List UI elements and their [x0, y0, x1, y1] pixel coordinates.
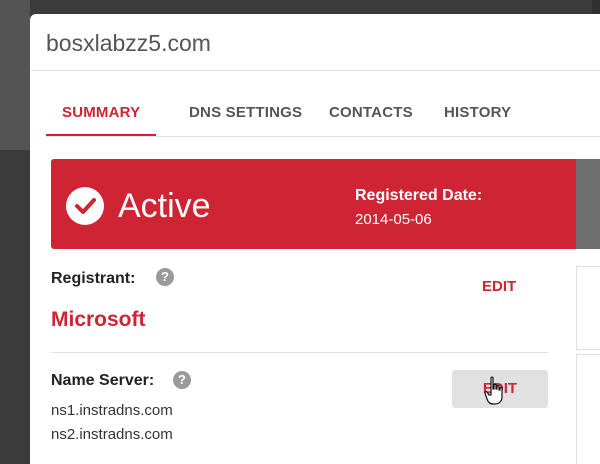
question-circle-icon[interactable]: ?	[173, 371, 191, 389]
side-card	[576, 354, 600, 464]
side-card	[576, 266, 600, 350]
registrant-label: Registrant:	[51, 270, 136, 287]
side-panel-strip	[576, 159, 600, 249]
tab-summary[interactable]: SUMMARY	[62, 104, 140, 121]
registrant-edit-button[interactable]: EDIT	[482, 278, 516, 295]
tab-dns-settings[interactable]: DNS SETTINGS	[189, 104, 302, 121]
status-text: Active	[118, 187, 211, 225]
title-bar: bosxlabzz5.com	[30, 14, 600, 71]
tab-bar: SUMMARY DNS SETTINGS CONTACTS HISTORY	[46, 104, 600, 137]
registered-date-value: 2014-05-06	[355, 211, 432, 228]
registered-date-label: Registered Date:	[355, 187, 483, 204]
name-server-item: ns2.instradns.com	[51, 426, 173, 443]
hand-pointer-cursor-icon	[484, 376, 503, 405]
tab-contacts[interactable]: CONTACTS	[329, 104, 413, 121]
domain-panel: bosxlabzz5.com SUMMARY DNS SETTINGS CONT…	[30, 14, 600, 464]
name-server-label: Name Server:	[51, 372, 155, 389]
tab-history[interactable]: HISTORY	[444, 104, 511, 121]
domain-title: bosxlabzz5.com	[46, 30, 211, 56]
name-server-item: ns1.instradns.com	[51, 402, 173, 419]
registrant-name: Microsoft	[51, 308, 146, 331]
question-circle-icon[interactable]: ?	[156, 268, 174, 286]
check-circle-icon	[66, 187, 104, 225]
background-shade	[0, 0, 30, 150]
section-divider	[51, 352, 548, 353]
status-banner: Active Registered Date: 2014-05-06	[51, 159, 576, 249]
active-tab-indicator	[46, 134, 156, 136]
